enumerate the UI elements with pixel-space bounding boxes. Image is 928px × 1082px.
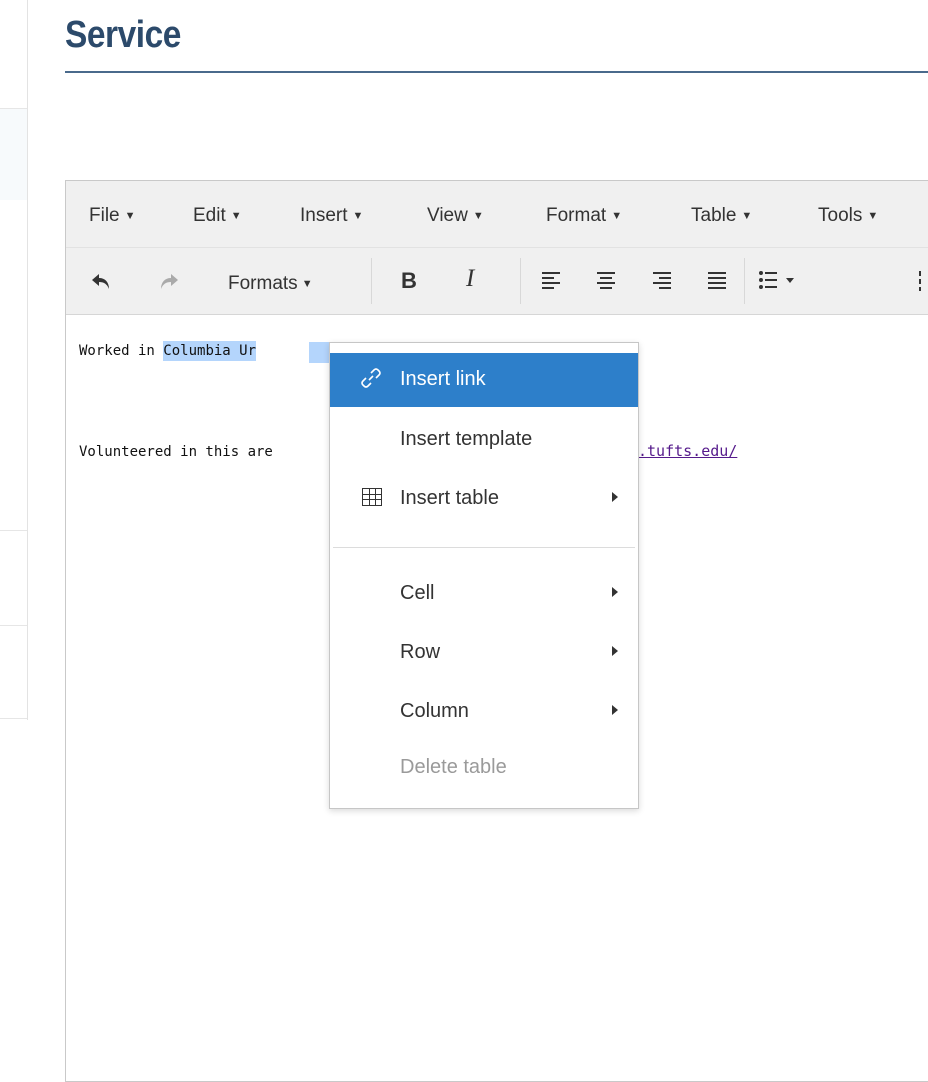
menu-item-row[interactable]: Row: [330, 626, 638, 680]
formats-label: Formats: [228, 273, 298, 294]
menu-format[interactable]: Format ▼: [546, 205, 622, 227]
context-menu: Insert link Insert template Insert table…: [329, 342, 639, 809]
menu-view-label: View: [427, 205, 468, 226]
caret-down-icon: ▼: [611, 210, 623, 222]
menu-item-label: Delete table: [400, 756, 507, 778]
page-title: Service: [65, 14, 181, 56]
formats-dropdown[interactable]: Formats ▼: [228, 273, 313, 297]
menu-item-insert-link[interactable]: Insert link: [330, 353, 638, 407]
menu-insert[interactable]: Insert ▼: [300, 205, 363, 227]
align-center-icon: [597, 272, 615, 289]
content-text: Worked in: [79, 343, 164, 359]
caret-down-icon: ▼: [352, 210, 364, 222]
content-line-2: Volunteered in this are: [79, 444, 273, 460]
align-left-button[interactable]: [541, 270, 561, 294]
align-left-icon: [542, 272, 560, 289]
menu-tools[interactable]: Tools ▼: [818, 205, 878, 227]
menu-file-label: File: [89, 205, 120, 226]
align-right-button[interactable]: [652, 270, 672, 294]
menu-format-label: Format: [546, 205, 607, 226]
redo-icon: [161, 274, 178, 289]
sidebar-divider: [0, 108, 28, 109]
menu-item-insert-table[interactable]: Insert table: [330, 472, 638, 526]
sidebar-divider: [0, 718, 28, 719]
undo-button[interactable]: [90, 270, 112, 296]
submenu-arrow-icon: [612, 492, 618, 502]
menu-item-label: Insert template: [400, 428, 533, 450]
menu-item-column[interactable]: Column: [330, 685, 638, 739]
selected-text: Columbia Ur: [163, 341, 257, 361]
bullet-list-button[interactable]: [758, 270, 798, 294]
undo-icon: [92, 274, 109, 289]
menu-table[interactable]: Table ▼: [691, 205, 752, 227]
submenu-arrow-icon: [612, 646, 618, 656]
menu-view[interactable]: View ▼: [427, 205, 484, 227]
menu-item-delete-table[interactable]: Delete table: [330, 741, 638, 795]
submenu-arrow-icon: [612, 587, 618, 597]
caret-down-icon: ▼: [741, 210, 753, 222]
sidebar-divider: [0, 625, 28, 626]
caret-down-icon: ▼: [230, 210, 242, 222]
menu-tools-label: Tools: [818, 205, 863, 226]
italic-button[interactable]: I: [466, 266, 474, 291]
content-line-1: Worked in Columbia Ur: [79, 341, 257, 361]
toolbar-separator: [520, 258, 521, 304]
menu-item-label: Insert table: [400, 487, 499, 509]
menu-file[interactable]: File ▼: [89, 205, 136, 227]
link-icon: [361, 368, 381, 388]
menu-edit-label: Edit: [193, 205, 226, 226]
content-text: Volunteered in this are: [79, 444, 273, 460]
caret-down-icon: ▼: [867, 210, 879, 222]
editor-menubar: File ▼ Edit ▼ Insert ▼ View ▼ Format ▼ Table ▼…: [66, 181, 928, 248]
menu-edit[interactable]: Edit ▼: [193, 205, 242, 227]
menu-item-label: Cell: [400, 582, 435, 604]
menu-table-label: Table: [691, 205, 737, 226]
toolbar-separator: [371, 258, 372, 304]
sidebar-border: [27, 0, 28, 720]
align-right-icon: [653, 272, 671, 289]
table-icon: [362, 488, 382, 506]
caret-down-icon: ▼: [472, 210, 484, 222]
menu-insert-label: Insert: [300, 205, 348, 226]
caret-down-icon: ▼: [124, 210, 136, 222]
sidebar-divider: [0, 530, 28, 531]
menu-item-cell[interactable]: Cell: [330, 567, 638, 621]
sidebar-fragment: [0, 0, 28, 720]
numbered-list-icon: [919, 271, 921, 291]
bullet-list-icon: [759, 271, 794, 289]
bold-button[interactable]: B: [401, 270, 417, 292]
align-justify-icon: [708, 272, 726, 289]
toolbar-separator: [744, 258, 745, 304]
sidebar-active-block: [0, 108, 28, 200]
align-center-button[interactable]: [596, 270, 616, 294]
content-link[interactable]: .tufts.edu/: [638, 442, 737, 460]
menu-item-label: Insert link: [400, 368, 486, 390]
menu-item-label: Row: [400, 641, 441, 663]
redo-button[interactable]: [158, 270, 180, 296]
menu-divider: [333, 547, 635, 548]
caret-down-icon: ▼: [301, 278, 313, 290]
menu-item-label: Column: [400, 700, 469, 722]
numbered-list-button[interactable]: [918, 270, 928, 296]
title-underline: [65, 71, 928, 73]
align-justify-button[interactable]: [707, 270, 727, 294]
editor-toolbar: Formats ▼ B I: [66, 248, 928, 315]
menu-item-insert-template[interactable]: Insert template: [330, 413, 638, 467]
submenu-arrow-icon: [612, 705, 618, 715]
